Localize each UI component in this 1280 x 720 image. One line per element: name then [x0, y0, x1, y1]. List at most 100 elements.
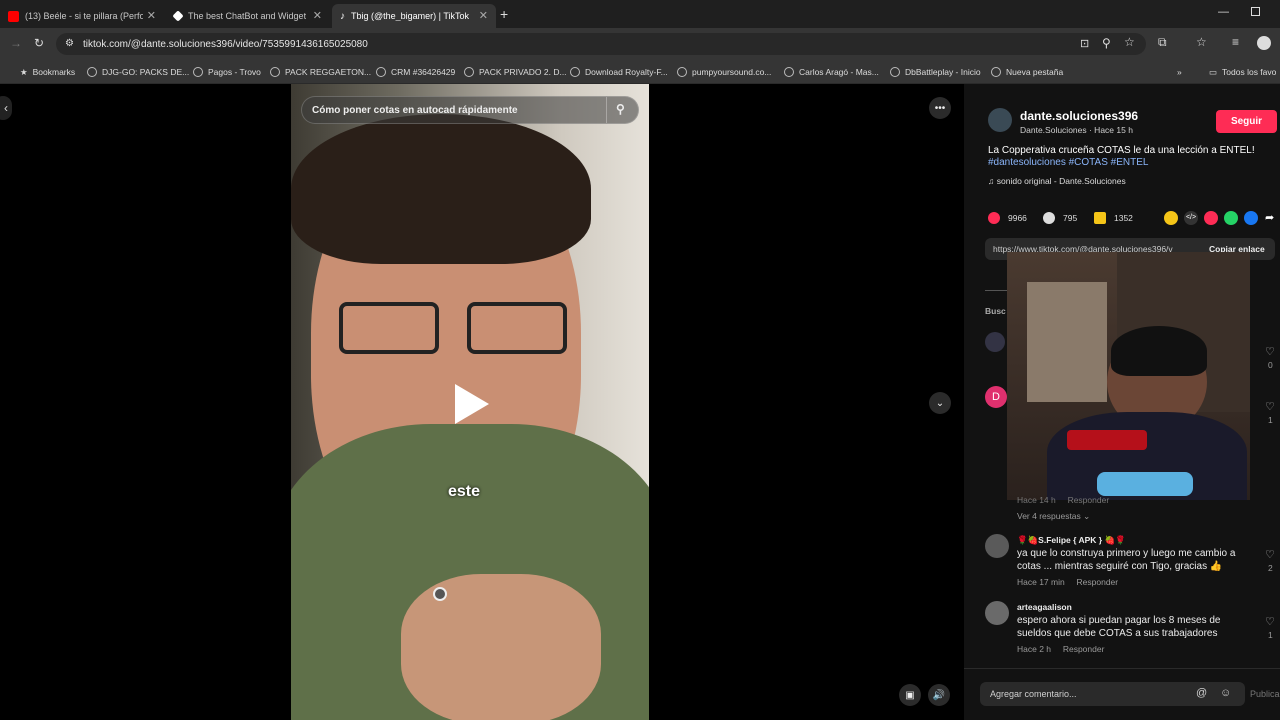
bookmark-item[interactable]: PACK PRIVADO 2. D... [464, 64, 567, 80]
door-shape [1027, 282, 1107, 402]
like-count: 0 [1268, 360, 1273, 370]
star-icon[interactable]: ☆ [1124, 35, 1135, 49]
hands-shape [401, 574, 601, 720]
reload-icon[interactable]: ↻ [34, 36, 44, 50]
like-count: 1 [1268, 630, 1273, 640]
avatar[interactable] [988, 108, 1012, 132]
extensions-icon[interactable]: ⧉ [1158, 35, 1167, 50]
whatsapp-icon[interactable] [1224, 211, 1238, 225]
button-icon [433, 587, 447, 601]
divider [964, 668, 1280, 669]
mention-icon[interactable]: @ [1196, 687, 1207, 699]
embed-icon[interactable]: </> [1184, 211, 1198, 225]
play-icon[interactable] [455, 384, 489, 424]
bookmarks-icon[interactable]: ☆ [1196, 35, 1207, 49]
bookmark-item[interactable]: pumpyoursound.co... [677, 64, 771, 80]
post-comment-button[interactable]: Publica [1250, 689, 1280, 699]
zoom-icon[interactable]: ⚲ [1102, 36, 1111, 50]
globe-icon [991, 67, 1001, 77]
heart-icon[interactable]: ♡ [1265, 615, 1275, 628]
install-icon[interactable]: ⊡ [1080, 37, 1089, 50]
heart-icon[interactable]: ♡ [1265, 548, 1275, 561]
globe-icon [570, 67, 580, 77]
address-bar[interactable]: ⚙ tiktok.com/@dante.soluciones396/video/… [56, 33, 1146, 55]
view-replies-button[interactable]: Ver 4 respuestas ⌄ [1017, 511, 1090, 522]
globe-icon [784, 67, 794, 77]
comment-author[interactable]: arteagaalison [1017, 602, 1072, 612]
tab-youtube[interactable]: (13) Beéle - si te pillara (Perform ✕ [0, 4, 164, 28]
globe-icon [193, 67, 203, 77]
heart-icon[interactable]: ♡ [1265, 400, 1275, 413]
youtube-icon [8, 10, 19, 22]
comment-author[interactable]: 🌹🍓S.Felipe { APK } 🍓🌹 [1017, 535, 1126, 546]
site-info-icon[interactable]: ⚙ [65, 38, 74, 49]
bookmark-item[interactable]: DbBattleplay - Inicio [890, 64, 981, 80]
shirt-print [1097, 472, 1193, 496]
close-icon[interactable]: ✕ [147, 9, 156, 22]
avatar[interactable] [985, 601, 1009, 625]
heart-icon[interactable]: ♡ [1265, 345, 1275, 358]
maximize-icon[interactable] [1251, 7, 1260, 16]
more-options-icon[interactable]: ••• [929, 97, 951, 119]
follow-button[interactable]: Seguir [1216, 110, 1277, 133]
author-meta: Dante.Soluciones · Hace 15 h [1020, 125, 1133, 135]
bookmark-item[interactable]: CRM #36426429 [376, 64, 455, 80]
tab-chatbot[interactable]: The best ChatBot and Widgets ✕ [166, 4, 330, 28]
minimize-icon[interactable]: — [1218, 6, 1229, 18]
globe-icon [677, 67, 687, 77]
media-icon[interactable]: ≡ [1232, 35, 1239, 49]
tiktok-icon: ♪ [340, 10, 345, 22]
chevron-down-icon[interactable]: ⌄ [929, 392, 951, 414]
repost-icon[interactable] [1164, 211, 1178, 225]
bookmarks-overflow[interactable]: » [1177, 64, 1182, 80]
tab-label: The best ChatBot and Widgets [188, 11, 306, 21]
bookmark-item[interactable]: ★ Bookmarks [20, 64, 75, 80]
globe-icon [270, 67, 280, 77]
post-hashtags[interactable]: #dantesoluciones #COTAS #ENTEL [988, 157, 1148, 168]
globe-icon [87, 67, 97, 77]
bookmark-item[interactable]: PACK REGGAETON... [270, 64, 371, 80]
new-tab-button[interactable]: + [500, 6, 508, 22]
comment-button[interactable]: 795 [1043, 211, 1077, 225]
comment-placeholder: Agregar comentario... [990, 689, 1077, 699]
comment-input[interactable]: Agregar comentario... @ ☺ [980, 682, 1245, 706]
tab-label: (13) Beéle - si te pillara (Perform [25, 11, 143, 21]
video-search-bar[interactable]: Cómo poner cotas en autocad rápidamente … [301, 96, 639, 124]
bookmark-icon [1094, 212, 1106, 224]
send-icon[interactable] [1204, 211, 1218, 225]
heart-icon [988, 212, 1000, 224]
close-video-button[interactable]: ‹ [0, 96, 12, 120]
avatar[interactable] [985, 332, 1005, 352]
url-text: tiktok.com/@dante.soluciones396/video/75… [83, 38, 368, 50]
avatar[interactable]: D [985, 386, 1007, 408]
save-button[interactable]: 1352 [1094, 211, 1133, 225]
video-player[interactable] [291, 84, 649, 720]
comment-icon [1043, 212, 1055, 224]
comment-meta: Hace 17 min Responder [1017, 577, 1119, 587]
all-bookmarks[interactable]: ▭ Todos los favo [1209, 64, 1276, 80]
bookmark-item[interactable]: Pagos - Trovo [193, 64, 261, 80]
like-count: 2 [1268, 563, 1273, 573]
bookmark-item[interactable]: DJG-GO: PACKS DE... [87, 64, 189, 80]
avatar[interactable] [985, 534, 1009, 558]
close-icon[interactable]: ✕ [313, 9, 322, 22]
profile-icon[interactable] [1257, 36, 1271, 50]
like-button[interactable]: 9966 [988, 211, 1027, 225]
globe-icon [890, 67, 900, 77]
search-hint: Busc [985, 306, 1006, 316]
bookmark-item[interactable]: Carlos Aragó - Mas... [784, 64, 879, 80]
bookmark-item[interactable]: Nueva pestaña [991, 64, 1063, 80]
forward-icon[interactable]: → [10, 36, 22, 50]
sound-link[interactable]: ♫ sonido original - Dante.Soluciones [988, 176, 1126, 186]
floating-player-icon[interactable]: ▣ [899, 684, 921, 706]
tab-tiktok[interactable]: ♪ Tbig (@the_bigamer) | TikTok ✕ [332, 4, 496, 28]
volume-icon[interactable]: 🔊 [928, 684, 950, 706]
person-hair [1111, 326, 1207, 376]
emoji-icon[interactable]: ☺ [1220, 687, 1231, 699]
share-icon[interactable]: ➦ [1265, 211, 1274, 224]
bookmark-item[interactable]: Download Royalty-F... [570, 64, 668, 80]
close-icon[interactable]: ✕ [479, 9, 488, 22]
facebook-icon[interactable] [1244, 211, 1258, 225]
search-icon[interactable]: ⚲ [616, 102, 625, 116]
username[interactable]: dante.soluciones396 [1020, 109, 1138, 123]
